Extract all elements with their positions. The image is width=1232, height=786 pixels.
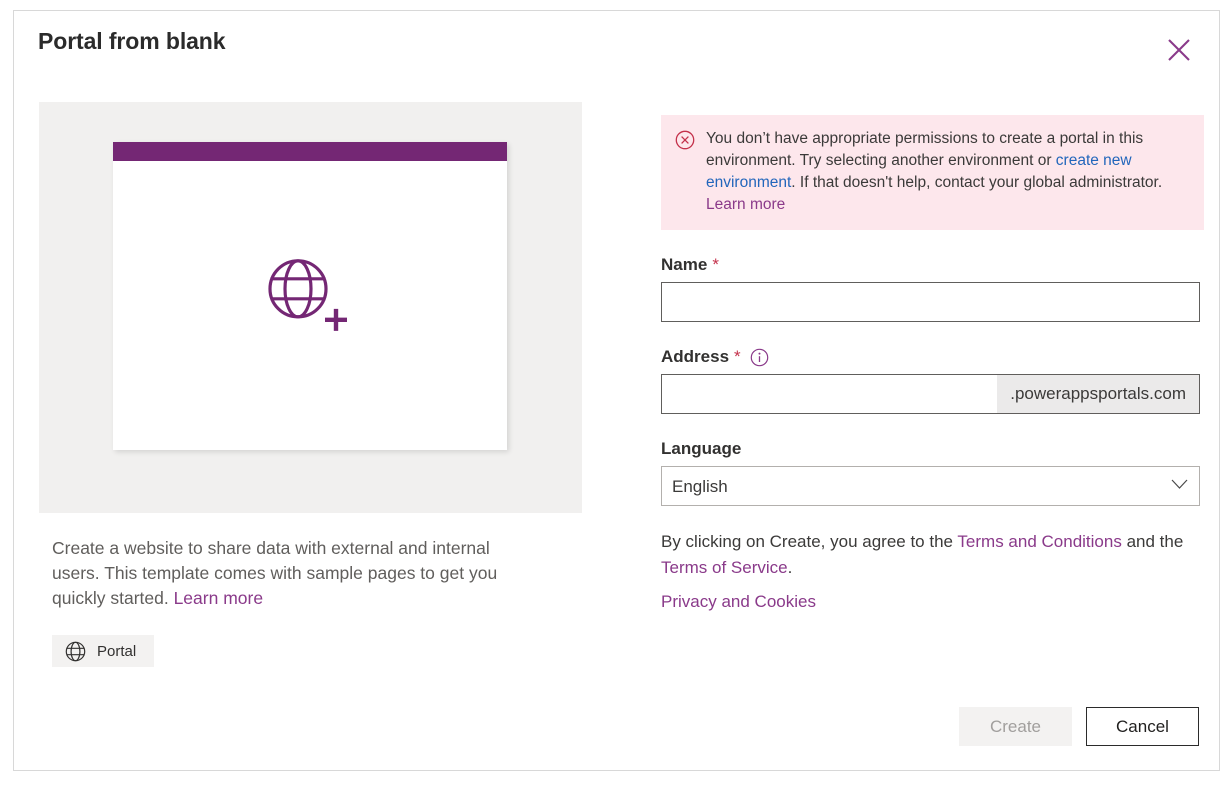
template-description-text: Create a website to share data with exte… xyxy=(52,538,498,608)
template-thumbnail xyxy=(39,102,582,513)
description-learn-more-link[interactable]: Learn more xyxy=(174,588,264,608)
privacy-and-cookies-link[interactable]: Privacy and Cookies xyxy=(661,592,816,612)
address-domain-suffix: .powerappsportals.com xyxy=(997,375,1199,413)
language-field-label: Language xyxy=(661,439,1201,459)
error-learn-more-link[interactable]: Learn more xyxy=(706,196,785,213)
language-select[interactable]: English xyxy=(661,466,1200,506)
template-preview-panel: Create a website to share data with exte… xyxy=(39,102,595,667)
terms-middle: and the xyxy=(1121,532,1184,551)
address-field-label: Address * xyxy=(661,347,1201,367)
create-button[interactable]: Create xyxy=(959,707,1072,746)
terms-of-service-link[interactable]: Terms of Service xyxy=(661,558,788,577)
terms-and-conditions-link[interactable]: Terms and Conditions xyxy=(957,532,1121,551)
language-select-group: English xyxy=(661,466,1200,506)
address-label-text: Address xyxy=(661,347,730,366)
name-field-label: Name * xyxy=(661,255,1201,275)
terms-agreement-text: By clicking on Create, you agree to the … xyxy=(661,529,1191,581)
thumbnail-page-mock xyxy=(113,142,507,450)
portal-from-blank-dialog: Portal from blank Create a website to sh… xyxy=(13,10,1220,771)
language-label-text: Language xyxy=(661,439,742,458)
close-button[interactable] xyxy=(1159,30,1199,70)
permissions-error-banner: You don’t have appropriate permissions t… xyxy=(661,115,1204,230)
cancel-button[interactable]: Cancel xyxy=(1086,707,1199,746)
name-required-marker: * xyxy=(712,255,719,274)
address-input-group: .powerappsportals.com xyxy=(661,374,1200,414)
template-tag-label: Portal xyxy=(97,642,137,660)
error-circle-x-icon xyxy=(675,128,695,216)
address-input[interactable] xyxy=(662,375,998,413)
dialog-footer: Create Cancel xyxy=(959,707,1199,746)
close-icon xyxy=(1166,37,1192,63)
globe-icon xyxy=(65,641,86,662)
page-title: Portal from blank xyxy=(38,28,226,54)
info-circle-icon[interactable] xyxy=(750,348,769,367)
globe-plus-icon xyxy=(267,258,353,341)
template-description: Create a website to share data with exte… xyxy=(39,536,509,611)
terms-suffix: . xyxy=(787,558,793,577)
terms-prefix: By clicking on Create, you agree to the xyxy=(661,532,958,551)
address-required-marker: * xyxy=(734,347,741,366)
name-label-text: Name xyxy=(661,255,708,274)
error-text-part2: . If that doesn't help, contact your glo… xyxy=(791,174,1163,191)
portal-form-panel: You don’t have appropriate permissions t… xyxy=(661,115,1204,612)
permissions-error-text: You don’t have appropriate permissions t… xyxy=(706,128,1190,216)
template-tag-portal[interactable]: Portal xyxy=(52,635,155,667)
name-input[interactable] xyxy=(661,282,1200,322)
thumbnail-header-bar xyxy=(113,142,507,161)
